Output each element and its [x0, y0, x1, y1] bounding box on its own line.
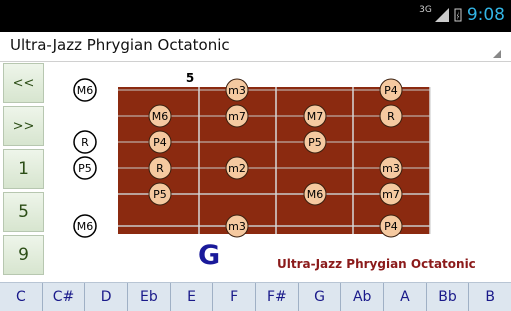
key-eb-button[interactable]: Eb [128, 283, 171, 311]
open-string-marker[interactable]: M6 [73, 214, 97, 238]
note-dot[interactable]: P4 [379, 214, 403, 238]
svg-text:M6: M6 [307, 188, 324, 201]
svg-text:P4: P4 [153, 136, 167, 149]
key-f-button[interactable]: F [213, 283, 257, 311]
svg-text:m2: m2 [228, 162, 246, 175]
note-dot[interactable]: m2 [225, 156, 249, 180]
note-dot[interactable]: P5 [148, 182, 172, 206]
svg-text:m7: m7 [382, 188, 400, 201]
svg-text:P5: P5 [78, 162, 92, 175]
key-d-button[interactable]: D [85, 283, 129, 311]
key-selector: C C# D Eb E F F# G Ab A Bb B [0, 282, 511, 311]
key-fsharp-button[interactable]: F# [256, 283, 299, 311]
svg-text:M6: M6 [77, 84, 94, 97]
note-dot[interactable]: M6 [148, 104, 172, 128]
key-bb-button[interactable]: Bb [427, 283, 470, 311]
note-dot[interactable]: P4 [148, 130, 172, 154]
key-g-button[interactable]: G [299, 283, 342, 311]
key-ab-button[interactable]: Ab [341, 283, 385, 311]
open-string-marker[interactable]: P5 [73, 156, 97, 180]
svg-text:m3: m3 [228, 84, 246, 97]
note-dot[interactable]: m7 [379, 182, 403, 206]
key-csharp-button[interactable]: C# [43, 283, 86, 311]
svg-text:P5: P5 [308, 136, 322, 149]
battery-icon [454, 8, 462, 22]
status-bar: 3G 9:08 [0, 0, 511, 32]
svg-text:M6: M6 [77, 220, 94, 233]
svg-text:M6: M6 [152, 110, 169, 123]
svg-text:R: R [387, 110, 395, 123]
note-dot[interactable]: m7 [225, 104, 249, 128]
key-note: G [198, 240, 221, 271]
note-dot[interactable]: m3 [225, 214, 249, 238]
note-dot[interactable]: M6 [303, 182, 327, 206]
svg-text:P4: P4 [384, 84, 398, 97]
svg-text:m3: m3 [382, 162, 400, 175]
svg-text:m7: m7 [228, 110, 246, 123]
note-dot[interactable]: P4 [379, 78, 403, 102]
note-dot[interactable]: m3 [379, 156, 403, 180]
svg-text:R: R [156, 162, 164, 175]
note-dot[interactable]: P5 [303, 130, 327, 154]
signal-icon [434, 8, 449, 22]
svg-text:R: R [81, 136, 89, 149]
key-b-button[interactable]: B [469, 283, 511, 311]
note-dot[interactable]: R [148, 156, 172, 180]
network-type: 3G [419, 5, 432, 15]
key-a-button[interactable]: A [384, 283, 427, 311]
key-e-button[interactable]: E [171, 283, 214, 311]
fret-number: 5 [186, 71, 194, 85]
note-dot[interactable]: m3 [225, 78, 249, 102]
svg-text:P4: P4 [384, 220, 398, 233]
note-dot[interactable]: R [379, 104, 403, 128]
note-dot[interactable]: M7 [303, 104, 327, 128]
svg-text:m3: m3 [228, 220, 246, 233]
svg-text:P5: P5 [153, 188, 167, 201]
open-string-marker[interactable]: R [73, 130, 97, 154]
app-window: Ultra-Jazz Phrygian Octatonic << >> 1 5 … [0, 32, 511, 311]
key-c-button[interactable]: C [0, 283, 43, 311]
fretboard: 5 M6 R P5 M6 m3 P4 M6 m7 M7 R P4 P5 R m2 m3 P5 M6 m7 m3 P4 [73, 71, 431, 238]
clock: 9:08 [466, 5, 505, 25]
svg-text:M7: M7 [307, 110, 324, 123]
scale-label: Ultra-Jazz Phrygian Octatonic [277, 257, 476, 271]
open-string-marker[interactable]: M6 [73, 78, 97, 102]
